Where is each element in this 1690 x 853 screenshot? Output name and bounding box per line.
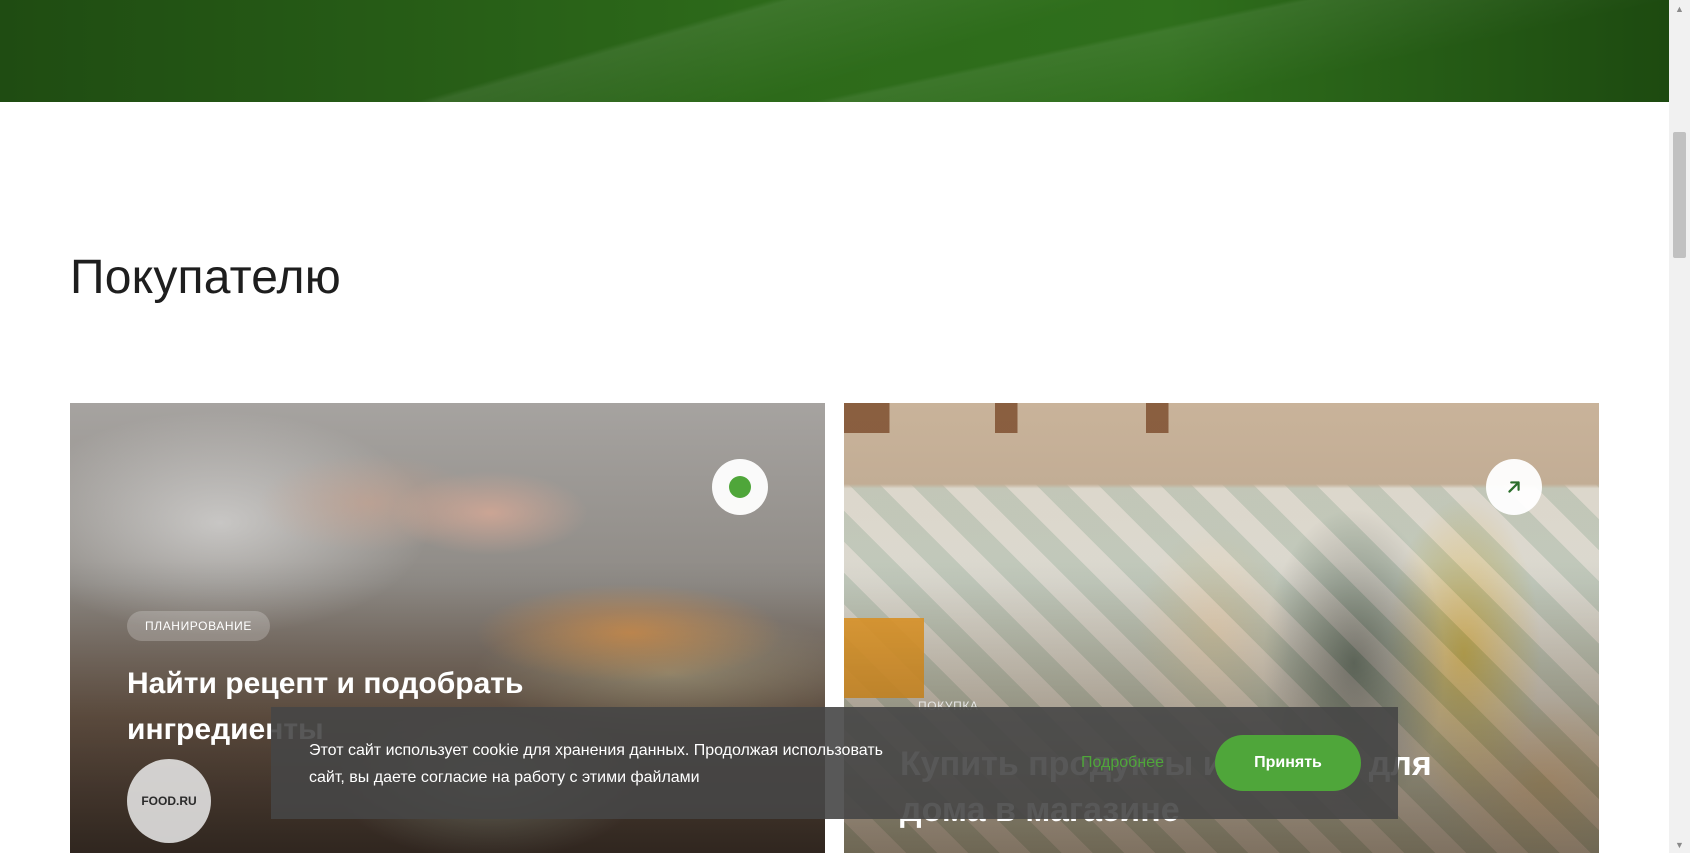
card-badge	[712, 459, 768, 515]
page: Покупателю Планирование Найти рецепт и п…	[0, 0, 1669, 853]
green-dot-icon	[729, 476, 751, 498]
cookie-more-link[interactable]: Подробнее	[1081, 754, 1164, 772]
scroll-thumb[interactable]	[1673, 132, 1686, 258]
scroll-up-icon[interactable]: ▲	[1669, 0, 1690, 17]
source-logo: FOOD.RU	[127, 759, 211, 843]
cookie-text: Этот сайт использует cookie для хранения…	[309, 742, 883, 786]
cookie-banner: Этот сайт использует cookie для хранения…	[271, 707, 1398, 819]
scrollbar[interactable]: ▲ ▼	[1669, 0, 1690, 853]
scroll-down-icon[interactable]: ▼	[1669, 836, 1690, 853]
arrow-button[interactable]	[1486, 459, 1542, 515]
arrow-up-right-icon	[1508, 481, 1520, 493]
cookie-accept-button[interactable]: Принять	[1215, 735, 1361, 791]
section-title: Покупателю	[70, 251, 341, 304]
card-tag: Планирование	[127, 611, 270, 641]
hero-banner	[0, 0, 1669, 102]
